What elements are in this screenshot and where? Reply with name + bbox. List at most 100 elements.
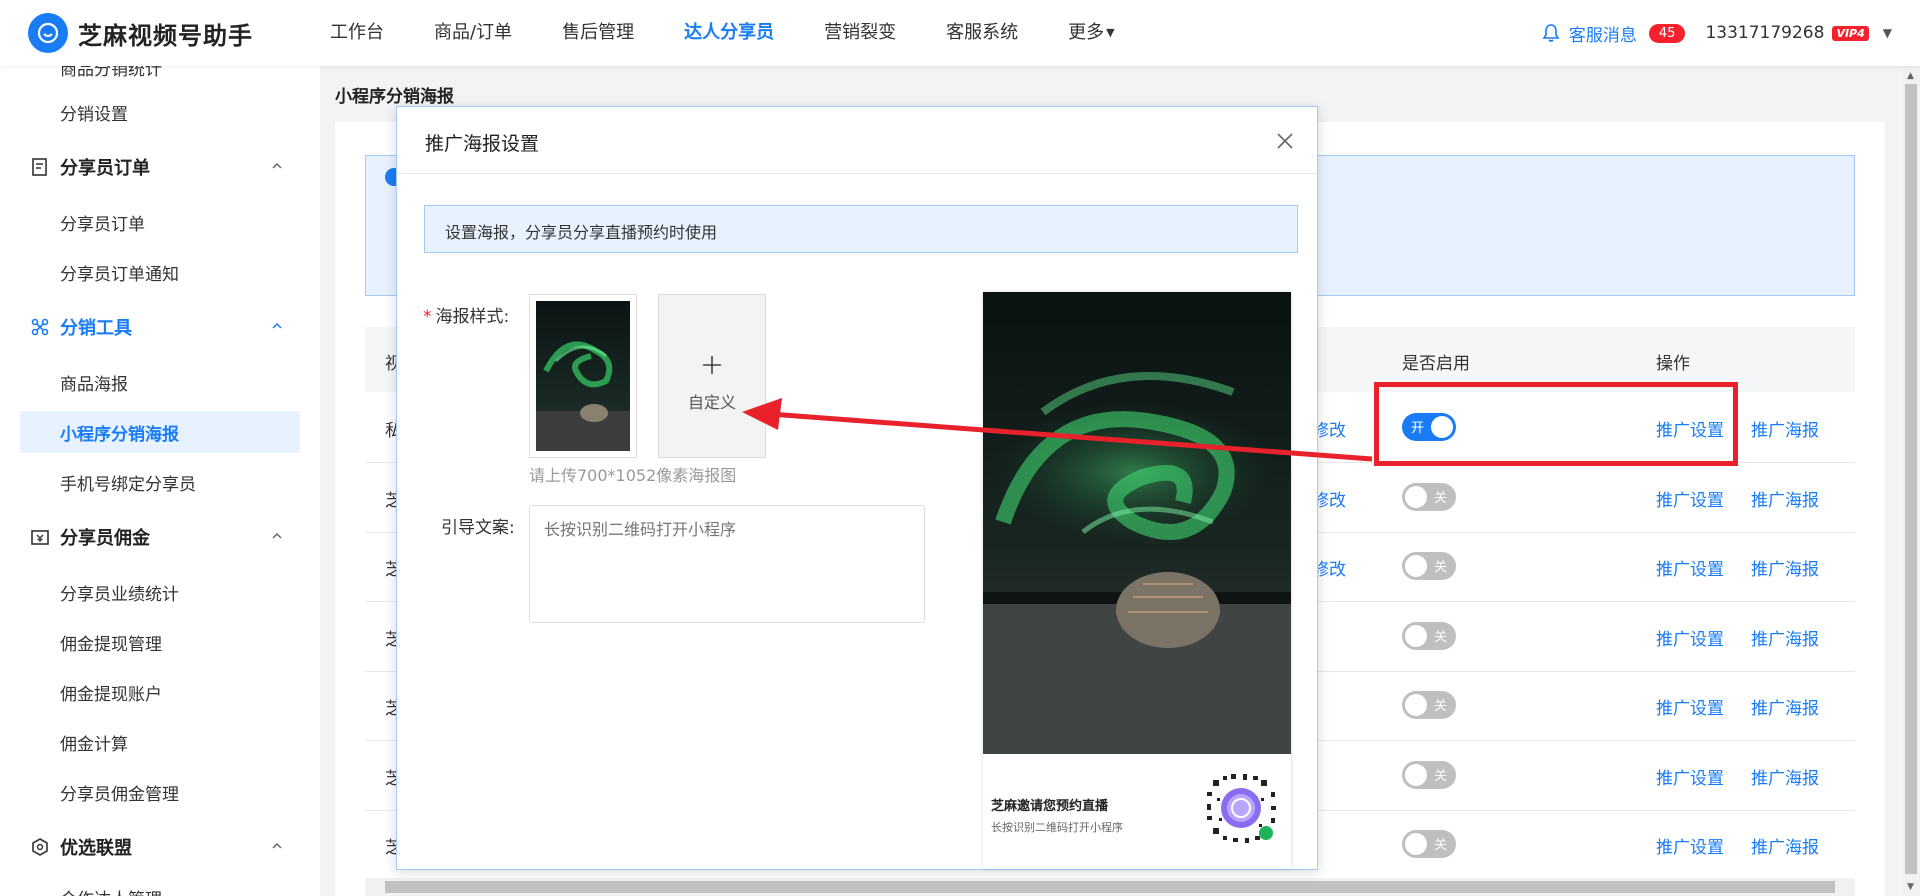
column-header-enabled: 是否启用 bbox=[1402, 354, 1470, 374]
promotion-settings-link[interactable]: 推广设置 bbox=[1656, 555, 1724, 580]
toggle-knob bbox=[1405, 764, 1427, 786]
sidebar-group-distribution-tools[interactable]: 分销工具 bbox=[20, 306, 300, 348]
toggle-label: 关 bbox=[1433, 491, 1447, 506]
sidebar-item-partner-management[interactable]: 合作达人管理 bbox=[20, 876, 300, 896]
alert-text: 设置海报，分享员分享直播预约时使用 bbox=[445, 223, 718, 242]
sidebar-group-label: 分享员佣金 bbox=[60, 528, 150, 549]
nav-workbench[interactable]: 工作台 bbox=[330, 0, 384, 66]
sidebar-item-distribution-settings[interactable]: 分销设置 bbox=[20, 91, 300, 133]
sidebar-item-goods-distribution-stats[interactable]: 商品分销统计 bbox=[20, 66, 300, 88]
sidebar-group-sharer-orders[interactable]: 分享员订单 bbox=[20, 146, 300, 188]
service-messages-link[interactable]: 客服消息 bbox=[1569, 21, 1637, 46]
vertical-scrollbar[interactable]: ▲ ▼ bbox=[1902, 66, 1920, 896]
promotion-poster-link[interactable]: 推广海报 bbox=[1751, 416, 1819, 441]
upload-hint: 请上传700*1052像素海报图 bbox=[529, 466, 737, 485]
promotion-poster-link[interactable]: 推广海报 bbox=[1751, 694, 1819, 719]
scroll-down-icon[interactable]: ▼ bbox=[1907, 882, 1914, 892]
promotion-poster-link[interactable]: 推广海报 bbox=[1751, 486, 1819, 511]
aurora-thumbnail-image bbox=[536, 301, 630, 451]
bell-icon[interactable] bbox=[1541, 23, 1561, 43]
nav-marketing[interactable]: 营销裂变 bbox=[824, 0, 896, 66]
promotion-settings-link[interactable]: 推广设置 bbox=[1656, 625, 1724, 650]
sidebar-group-label: 优选联盟 bbox=[60, 838, 132, 859]
sidebar-item-sharer-orders[interactable]: 分享员订单 bbox=[20, 201, 300, 243]
sidebar-item-commission-calc[interactable]: 佣金计算 bbox=[20, 721, 300, 763]
guide-text-input[interactable] bbox=[529, 505, 925, 623]
sidebar-group-label: 分享员订单 bbox=[60, 158, 150, 179]
promotion-settings-link[interactable]: 推广设置 bbox=[1656, 486, 1724, 511]
promotion-poster-link[interactable]: 推广海报 bbox=[1751, 555, 1819, 580]
nav-goods-orders[interactable]: 商品/订单 bbox=[434, 0, 512, 66]
custom-upload-button[interactable]: 自定义 bbox=[658, 294, 766, 458]
sidebar-item-miniprogram-poster[interactable]: 小程序分销海报 bbox=[20, 411, 300, 453]
sidebar-item-goods-poster[interactable]: 商品海报 bbox=[20, 361, 300, 403]
toggle-label: 关 bbox=[1433, 699, 1447, 714]
poster-style-label-text: 海报样式: bbox=[435, 307, 510, 327]
preview-subtitle: 长按识别二维码打开小程序 bbox=[991, 821, 1123, 834]
promotion-poster-link[interactable]: 推广海报 bbox=[1751, 764, 1819, 789]
toggle-label: 关 bbox=[1433, 560, 1447, 575]
poster-settings-dialog: 推广海报设置 设置海报，分享员分享直播预约时使用 * 海报样式: 自定义 请上传7… bbox=[396, 106, 1318, 870]
aurora-preview-image bbox=[983, 292, 1291, 754]
account-phone[interactable]: 13317179268 bbox=[1705, 23, 1824, 43]
annotation-highlight-box bbox=[1374, 382, 1738, 466]
promotion-poster-link[interactable]: 推广海报 bbox=[1751, 625, 1819, 650]
poster-thumbnail[interactable] bbox=[529, 294, 637, 458]
sidebar-item-commission-manage[interactable]: 分享员佣金管理 bbox=[20, 771, 300, 813]
enable-toggle[interactable]: 关 bbox=[1402, 691, 1456, 719]
sidebar-item-phone-bind-sharer[interactable]: 手机号绑定分享员 bbox=[20, 461, 300, 503]
commission-icon bbox=[30, 527, 50, 547]
sidebar-item-withdraw-manage[interactable]: 佣金提现管理 bbox=[20, 621, 300, 663]
sidebar-item-sharer-performance[interactable]: 分享员业绩统计 bbox=[20, 571, 300, 613]
order-icon bbox=[30, 157, 50, 177]
header-right: 客服消息 45 13317179268 VIP4 ▼ bbox=[1541, 0, 1892, 66]
poster-style-label: * 海报样式: bbox=[423, 302, 509, 327]
chevron-up-icon bbox=[270, 319, 284, 333]
sidebar-item-sharer-order-notify[interactable]: 分享员订单通知 bbox=[20, 251, 300, 293]
enable-toggle[interactable]: 关 bbox=[1402, 483, 1456, 511]
account-caret-icon[interactable]: ▼ bbox=[1883, 26, 1892, 40]
sidebar-item-withdraw-account[interactable]: 佣金提现账户 bbox=[20, 671, 300, 713]
nav-more[interactable]: 更多 ▼ bbox=[1068, 0, 1114, 66]
sidebar-group-alliance[interactable]: 优选联盟 bbox=[20, 826, 300, 868]
qr-code-icon bbox=[1199, 766, 1283, 850]
promotion-settings-link[interactable]: 推广设置 bbox=[1656, 764, 1724, 789]
toggle-label: 关 bbox=[1433, 769, 1447, 784]
logo-icon bbox=[28, 13, 68, 53]
scroll-up-icon[interactable]: ▲ bbox=[1907, 71, 1914, 81]
app-name: 芝麻视频号助手 bbox=[78, 21, 253, 50]
promotion-poster-link[interactable]: 推广海报 bbox=[1751, 833, 1819, 858]
toggle-knob bbox=[1405, 833, 1427, 855]
vip-badge: VIP4 bbox=[1832, 25, 1869, 41]
nav-sharers[interactable]: 达人分享员 bbox=[684, 0, 774, 66]
plus-icon bbox=[699, 352, 725, 378]
toggle-label: 关 bbox=[1433, 838, 1447, 853]
poster-preview: 芝麻邀请您预约直播 长按识别二维码打开小程序 bbox=[983, 292, 1291, 869]
toggle-knob bbox=[1405, 555, 1427, 577]
sidebar-group-sharer-commission[interactable]: 分享员佣金 bbox=[20, 516, 300, 558]
column-header-actions: 操作 bbox=[1656, 354, 1690, 374]
scrollbar-thumb[interactable] bbox=[1905, 84, 1917, 874]
promotion-settings-link[interactable]: 推广设置 bbox=[1656, 833, 1724, 858]
horizontal-scrollbar[interactable] bbox=[365, 878, 1855, 896]
nav-more-label: 更多 bbox=[1068, 22, 1105, 43]
top-header: 芝麻视频号助手 工作台 商品/订单 售后管理 达人分享员 营销裂变 客服系统 更… bbox=[0, 0, 1920, 66]
page-title: 小程序分销海报 bbox=[335, 87, 454, 107]
caret-down-icon: ▼ bbox=[1106, 26, 1115, 39]
promotion-settings-link[interactable]: 推广设置 bbox=[1656, 694, 1724, 719]
enable-toggle[interactable]: 关 bbox=[1402, 622, 1456, 650]
guide-text-label: 引导文案: bbox=[441, 518, 515, 538]
sidebar: 商品分销统计 分销设置 分享员订单 分享员订单 分享员订单通知 分销工具 商品海… bbox=[0, 66, 320, 896]
custom-upload-label: 自定义 bbox=[687, 393, 736, 412]
enable-toggle[interactable]: 关 bbox=[1402, 761, 1456, 789]
enable-toggle[interactable]: 关 bbox=[1402, 552, 1456, 580]
preview-title: 芝麻邀请您预约直播 bbox=[991, 799, 1109, 814]
toggle-knob bbox=[1405, 625, 1427, 647]
nav-after-sales[interactable]: 售后管理 bbox=[562, 0, 634, 66]
nav-customer-service[interactable]: 客服系统 bbox=[946, 0, 1018, 66]
app-logo[interactable]: 芝麻视频号助手 bbox=[28, 13, 253, 53]
close-icon[interactable] bbox=[1275, 131, 1295, 151]
enable-toggle[interactable]: 关 bbox=[1402, 830, 1456, 858]
sidebar-group-label: 分销工具 bbox=[60, 318, 132, 339]
scrollbar-thumb[interactable] bbox=[385, 881, 1835, 893]
